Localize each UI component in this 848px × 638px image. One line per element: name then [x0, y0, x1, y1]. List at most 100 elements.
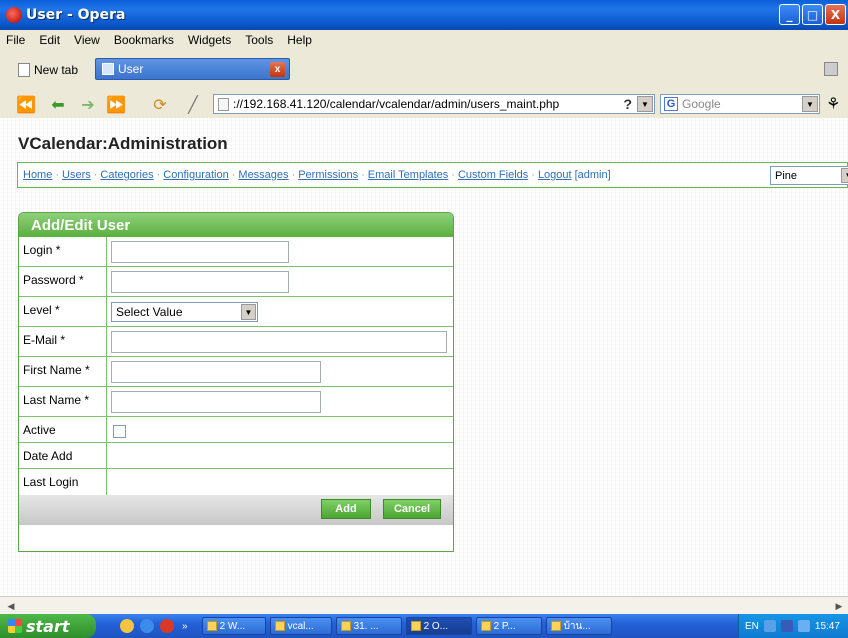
- menu-view[interactable]: View: [74, 33, 100, 47]
- nav-separator: ·: [231, 169, 236, 181]
- date-add-label: Date Add: [19, 443, 107, 468]
- scroll-right-icon[interactable]: ▶: [832, 599, 846, 613]
- google-icon[interactable]: G: [664, 97, 678, 111]
- quicklaunch-icon[interactable]: [120, 619, 134, 633]
- task-label: 31. ...: [353, 620, 379, 632]
- page-content: VCalendar:Administration Home · Users · Ca…: [0, 118, 848, 596]
- new-tab-button[interactable]: New tab: [18, 60, 78, 80]
- email-input[interactable]: [111, 331, 447, 353]
- cancel-button[interactable]: Cancel: [383, 499, 441, 519]
- level-select[interactable]: Select Value ▼: [111, 302, 258, 322]
- last-login-value: [107, 469, 453, 495]
- trash-icon[interactable]: [824, 62, 838, 76]
- window-titlebar[interactable]: User - Opera _ □ X: [0, 0, 848, 30]
- nav-permissions[interactable]: Permissions: [298, 169, 358, 181]
- window-icon: [550, 621, 561, 631]
- nav-categories[interactable]: Categories: [100, 169, 153, 181]
- tab-user-label: User: [118, 62, 144, 76]
- nav-configuration[interactable]: Configuration: [163, 169, 228, 181]
- clock: 15:47: [814, 620, 840, 632]
- opera-quicklaunch-icon[interactable]: [160, 619, 174, 633]
- task-button[interactable]: vcal...: [269, 617, 332, 635]
- task-button[interactable]: 31. ...: [335, 617, 402, 635]
- nav-users[interactable]: Users: [62, 169, 91, 181]
- nav-separator: ·: [291, 169, 296, 181]
- first-name-row: First Name *: [19, 357, 453, 387]
- horizontal-scrollbar[interactable]: ◀ ▶: [0, 596, 848, 614]
- style-select[interactable]: Pine ▼: [770, 166, 848, 185]
- level-select-value: Select Value: [116, 305, 183, 319]
- add-button[interactable]: Add: [321, 499, 371, 519]
- nav-separator: ·: [361, 169, 365, 181]
- menu-widgets[interactable]: Widgets: [188, 33, 231, 47]
- task-label: บ้าน...: [563, 620, 591, 632]
- language-indicator[interactable]: EN: [745, 621, 759, 632]
- menu-edit[interactable]: Edit: [39, 33, 60, 47]
- menu-file[interactable]: File: [6, 33, 25, 47]
- task-button[interactable]: 2 P...: [475, 617, 542, 635]
- site-info-icon[interactable]: ?: [623, 96, 632, 112]
- first-name-label: First Name *: [19, 357, 107, 386]
- date-add-value: [107, 443, 453, 468]
- password-input[interactable]: [111, 271, 289, 293]
- task-button-active[interactable]: 2 O...: [405, 617, 472, 635]
- menu-help[interactable]: Help: [287, 33, 312, 47]
- start-button[interactable]: start: [0, 614, 96, 638]
- tray-icon[interactable]: [780, 620, 793, 632]
- search-field[interactable]: G Google ▼: [660, 94, 820, 114]
- login-input[interactable]: [111, 241, 289, 263]
- task-button[interactable]: 2 W...: [201, 617, 266, 635]
- minimize-button[interactable]: _: [779, 4, 800, 25]
- forward-icon[interactable]: ➔: [78, 94, 98, 114]
- nav-home[interactable]: Home: [23, 169, 52, 181]
- active-label: Active: [19, 417, 107, 442]
- email-label: E-Mail *: [19, 327, 107, 356]
- opera-icon: [410, 621, 421, 631]
- tray-icon[interactable]: [797, 620, 810, 632]
- more-quicklaunch-icon[interactable]: »: [182, 621, 188, 632]
- system-tray: EN 15:47: [738, 614, 848, 638]
- maximize-button[interactable]: □: [802, 4, 823, 25]
- address-field[interactable]: ://192.168.41.120/calendar/vcalendar/adm…: [213, 94, 655, 114]
- page-icon: [218, 97, 229, 111]
- active-row: Active: [19, 417, 453, 443]
- last-name-input[interactable]: [111, 391, 321, 413]
- admin-nav: Home · Users · Categories · Configuration · …: [17, 162, 848, 188]
- task-button[interactable]: บ้าน...: [545, 617, 612, 635]
- chevron-down-icon[interactable]: ▼: [241, 304, 256, 320]
- menu-tools[interactable]: Tools: [245, 33, 273, 47]
- active-checkbox[interactable]: [113, 425, 126, 438]
- nav-messages[interactable]: Messages: [238, 169, 288, 181]
- chevron-down-icon[interactable]: ▼: [841, 168, 848, 183]
- chevron-down-icon[interactable]: ▼: [637, 96, 653, 112]
- nav-separator: ·: [531, 169, 535, 181]
- page-title: VCalendar:Administration: [18, 134, 228, 153]
- close-button[interactable]: X: [825, 4, 846, 25]
- last-login-label: Last Login: [19, 469, 107, 495]
- add-edit-user-form: Add/Edit User Login * Password * Level *…: [18, 212, 454, 552]
- task-label: 2 W...: [219, 620, 246, 632]
- close-tab-button[interactable]: x: [270, 62, 285, 77]
- date-add-row: Date Add: [19, 443, 453, 469]
- level-row: Level * Select Value ▼: [19, 297, 453, 327]
- nav-email-templates[interactable]: Email Templates: [368, 169, 449, 181]
- menu-bookmarks[interactable]: Bookmarks: [114, 33, 174, 47]
- login-row: Login *: [19, 237, 453, 267]
- tray-icon[interactable]: [763, 620, 776, 632]
- reload-icon[interactable]: ⟳: [150, 94, 170, 114]
- search-placeholder: Google: [682, 97, 721, 111]
- tab-user[interactable]: User x: [95, 58, 290, 80]
- chevron-down-icon[interactable]: ▼: [802, 96, 818, 112]
- ie-icon[interactable]: [140, 619, 154, 633]
- nav-logout[interactable]: Logout: [538, 169, 572, 181]
- nav-custom-fields[interactable]: Custom Fields: [458, 169, 528, 181]
- first-name-input[interactable]: [111, 361, 321, 383]
- zoom-icon[interactable]: ⚘: [826, 94, 840, 113]
- fast-forward-icon[interactable]: ⏩: [106, 94, 126, 114]
- level-label: Level *: [19, 297, 107, 326]
- edit-icon[interactable]: ╱: [183, 94, 203, 114]
- scroll-left-icon[interactable]: ◀: [4, 599, 18, 613]
- address-toolbar: ⏪ ⬅ ➔ ⏩ ⟳ ╱ ://192.168.41.120/calendar/v…: [0, 90, 848, 118]
- back-icon[interactable]: ⬅: [48, 94, 68, 114]
- rewind-icon[interactable]: ⏪: [16, 94, 36, 114]
